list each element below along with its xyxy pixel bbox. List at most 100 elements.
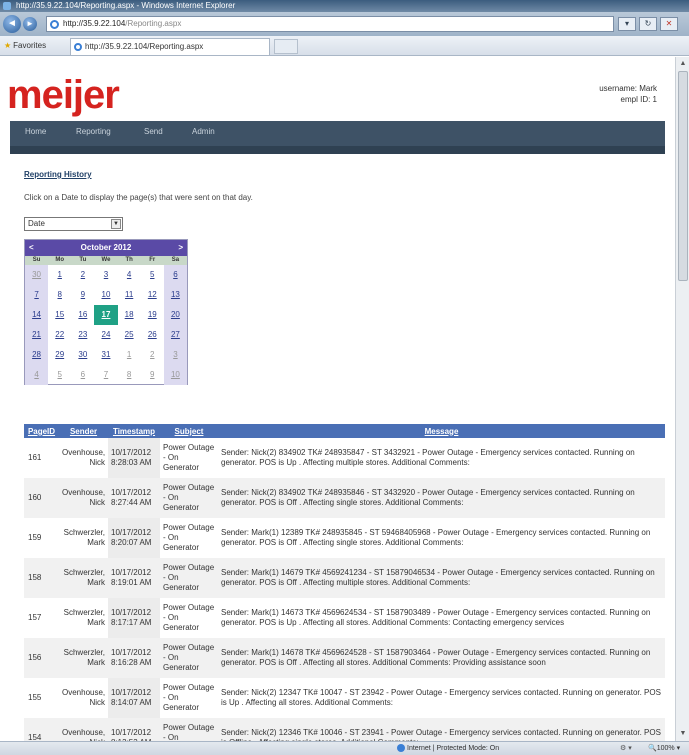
chevron-down-icon[interactable]: ▼ <box>111 219 121 229</box>
calendar-day[interactable]: 5 <box>48 365 71 385</box>
stop-icon[interactable]: ✕ <box>660 17 678 31</box>
page-viewport: meijer username: Mark empl ID: 1 Home Re… <box>0 57 675 741</box>
cell-sender: Schwerzler, Mark <box>63 528 105 547</box>
calendar-dow: Th <box>125 257 133 263</box>
vertical-scrollbar[interactable]: ▲ ▼ <box>675 57 689 741</box>
cell-subject: Power Outage - On Generator <box>160 718 218 741</box>
timestamp-time: 8:14:07 AM <box>111 698 152 707</box>
table-row: 157 Schwerzler, Mark 10/17/2012 8:17:17 AM P… <box>24 598 665 638</box>
calendar-day[interactable]: 12 <box>141 285 164 305</box>
calendar-day[interactable]: 7 <box>94 365 117 385</box>
calendar-day[interactable]: 9 <box>71 285 94 305</box>
timestamp-date: 10/17/2012 <box>111 488 152 497</box>
refresh-icon[interactable]: ↻ <box>639 17 657 31</box>
cell-message: Sender: Mark(1) 14679 TK# 4569241234 - S… <box>218 558 665 598</box>
calendar-day[interactable]: 8 <box>118 365 141 385</box>
table-header-row: PageID Sender Timestamp Subject Message <box>24 424 665 438</box>
calendar-day[interactable]: 8 <box>48 285 71 305</box>
calendar-day-selected[interactable]: 17 <box>94 305 118 325</box>
favorites-button[interactable]: ★ Favorites <box>4 39 46 53</box>
calendar-dow: Tu <box>79 257 87 263</box>
calendar-day[interactable]: 14 <box>25 305 49 325</box>
tools-icon[interactable]: ⚙ ▾ <box>620 742 632 755</box>
calendar-day[interactable]: 5 <box>141 265 164 285</box>
cell-subject: Power Outage - On Generator <box>163 683 215 712</box>
new-tab-button[interactable] <box>274 39 298 54</box>
cell-timestamp: 10/17/2012 8:19:01 AM <box>108 558 160 598</box>
calendar-day[interactable]: 30 <box>71 345 94 365</box>
cell-timestamp: 10/17/2012 8:20:07 AM <box>108 518 160 558</box>
calendar-day[interactable]: 16 <box>71 305 94 325</box>
calendar-day[interactable]: 24 <box>94 325 117 345</box>
timestamp-date: 10/17/2012 <box>111 648 152 657</box>
calendar-day[interactable]: 10 <box>94 285 117 305</box>
table-row: 161 Ovenhouse, Nick 10/17/2012 8:28:03 AM Po… <box>24 438 665 478</box>
calendar-day[interactable]: 7 <box>25 285 49 305</box>
instructions-text: Click on a Date to display the page(s) t… <box>24 193 253 202</box>
calendar-day[interactable]: 3 <box>94 265 117 285</box>
header-sender[interactable]: Sender <box>59 424 108 438</box>
calendar-day[interactable]: 9 <box>141 365 164 385</box>
dropdown-icon[interactable]: ▾ <box>618 17 636 31</box>
calendar-day[interactable]: 25 <box>118 325 141 345</box>
browser-tab[interactable]: http://35.9.22.104/Reporting.aspx <box>70 38 270 55</box>
calendar-day[interactable]: 30 <box>25 265 49 285</box>
cell-subject: Power Outage - On Generator <box>160 638 218 678</box>
nav-admin[interactable]: Admin <box>192 127 215 136</box>
calendar-days-of-week: Su Mo Tu We Th Fr Sa <box>25 256 187 265</box>
header-subject[interactable]: Subject <box>160 424 218 438</box>
calendar-day[interactable]: 4 <box>118 265 141 285</box>
calendar-day[interactable]: 2 <box>71 265 94 285</box>
nav-send[interactable]: Send <box>144 127 163 136</box>
scroll-down-icon[interactable]: ▼ <box>678 729 688 739</box>
calendar-day[interactable]: 22 <box>48 325 71 345</box>
table-row: 159 Schwerzler, Mark 10/17/2012 8:20:07 AM P… <box>24 518 665 558</box>
calendar-day[interactable]: 1 <box>48 265 71 285</box>
calendar-day[interactable]: 15 <box>48 305 71 325</box>
calendar-day[interactable]: 11 <box>118 285 141 305</box>
calendar-day[interactable]: 23 <box>71 325 94 345</box>
calendar-day[interactable]: 27 <box>163 325 187 345</box>
cell-message: Sender: Mark(1) 12389 TK# 248935845 - ST… <box>221 528 651 547</box>
calendar-day[interactable]: 29 <box>48 345 71 365</box>
calendar-day[interactable]: 6 <box>71 365 94 385</box>
calendar-dow: We <box>101 257 111 263</box>
cell-subject: Power Outage - On Generator <box>163 523 215 552</box>
calendar-day[interactable]: 1 <box>118 345 141 365</box>
calendar-day[interactable]: 26 <box>141 325 164 345</box>
header-message[interactable]: Message <box>218 424 665 438</box>
cell-pageid: 155 <box>28 693 42 702</box>
nav-reporting[interactable]: Reporting <box>76 127 111 136</box>
header-timestamp[interactable]: Timestamp <box>108 424 160 438</box>
cell-subject: Power Outage - On Generator <box>160 558 218 598</box>
ie-tab-icon <box>74 43 82 51</box>
calendar-day[interactable]: 19 <box>141 305 164 325</box>
calendar-day[interactable]: 6 <box>163 265 187 285</box>
scroll-up-icon[interactable]: ▲ <box>678 59 688 69</box>
calendar-next-link[interactable]: > <box>178 240 183 256</box>
ie-app-icon <box>3 2 11 10</box>
table-row: 156 Schwerzler, Mark 10/17/2012 8:16:28 AM P… <box>24 638 665 678</box>
calendar-day[interactable]: 13 <box>163 285 187 305</box>
scroll-thumb[interactable] <box>678 71 688 281</box>
user-info: username: Mark empl ID: 1 <box>599 83 657 105</box>
calendar-day[interactable]: 2 <box>141 345 164 365</box>
calendar-day[interactable]: 10 <box>163 365 187 385</box>
header-pageid[interactable]: PageID <box>24 424 59 438</box>
nav-home[interactable]: Home <box>25 127 46 136</box>
back-button[interactable]: ◄ <box>3 15 21 33</box>
main-nav: Home Reporting Send Admin <box>10 121 665 154</box>
zoom-level[interactable]: 🔍100% ▾ <box>648 742 680 755</box>
date-select[interactable]: Date ▼ <box>24 217 123 231</box>
calendar-day[interactable]: 3 <box>163 345 187 365</box>
calendar-day[interactable]: 28 <box>25 345 49 365</box>
forward-button[interactable]: ► <box>23 17 37 31</box>
calendar-day[interactable]: 18 <box>118 305 141 325</box>
address-input[interactable]: http://35.9.22.104/Reporting.aspx <box>46 16 614 32</box>
calendar-prev-link[interactable]: < <box>29 240 34 256</box>
calendar-day[interactable]: 4 <box>25 365 49 385</box>
calendar-day[interactable]: 31 <box>94 345 117 365</box>
calendar-day[interactable]: 21 <box>25 325 49 345</box>
calendar-day[interactable]: 20 <box>163 305 187 325</box>
calendar: < October 2012 > Su Mo Tu We Th Fr Sa 30 1 2 3 4 5 6… <box>24 239 188 385</box>
